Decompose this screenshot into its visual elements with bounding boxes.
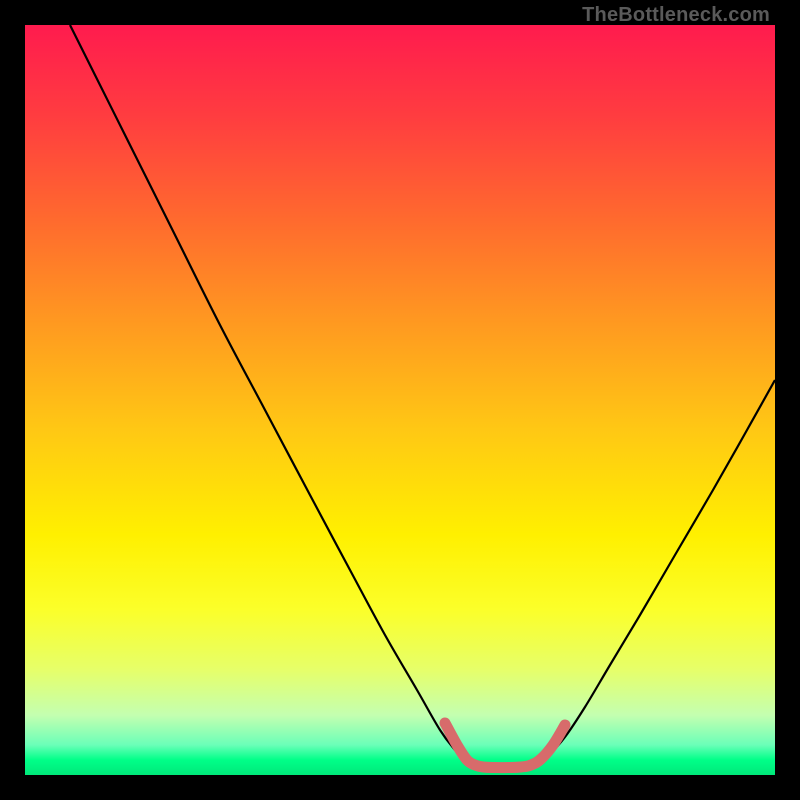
curve-svg bbox=[25, 25, 775, 775]
main-curve bbox=[70, 25, 775, 768]
valley-overlay bbox=[445, 723, 565, 768]
watermark-text: TheBottleneck.com bbox=[582, 4, 770, 27]
chart-frame: TheBottleneck.com bbox=[0, 0, 800, 800]
plot-area bbox=[25, 25, 775, 775]
